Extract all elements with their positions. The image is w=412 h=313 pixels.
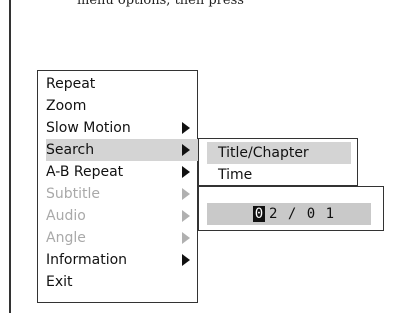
input-remaining-digits: 2 / 0 1 bbox=[269, 206, 336, 222]
right-triangle-icon bbox=[182, 254, 190, 266]
menu-item-label: A-B Repeat bbox=[46, 164, 124, 180]
menu-item-label: Subtitle bbox=[46, 186, 101, 202]
submenu-item-title-chapter[interactable]: Title/Chapter bbox=[207, 142, 351, 164]
input-cursor-digit: 0 bbox=[253, 206, 265, 222]
right-triangle-icon bbox=[182, 188, 190, 200]
menu-item-a-b-repeat[interactable]: A-B Repeat bbox=[46, 161, 201, 183]
right-triangle-icon bbox=[182, 232, 190, 244]
menu-item-repeat[interactable]: Repeat bbox=[46, 73, 201, 95]
menu-item-information[interactable]: Information bbox=[46, 249, 201, 271]
menu-item-slow-motion[interactable]: Slow Motion bbox=[46, 117, 201, 139]
submenu-item-label: Time bbox=[218, 167, 253, 183]
submenu-item-label: Title/Chapter bbox=[218, 145, 309, 161]
menu-item-label: Slow Motion bbox=[46, 120, 131, 136]
menu-item-zoom[interactable]: Zoom bbox=[46, 95, 201, 117]
right-triangle-icon bbox=[182, 166, 190, 178]
menu-item-audio: Audio bbox=[46, 205, 201, 227]
title-chapter-input[interactable]: 0 2 / 0 1 bbox=[207, 203, 371, 225]
left-divider bbox=[9, 0, 11, 313]
menu-item-label: Angle bbox=[46, 230, 86, 246]
menu-item-label: Repeat bbox=[46, 76, 96, 92]
menu-item-subtitle: Subtitle bbox=[46, 183, 201, 205]
menu-item-label: Exit bbox=[46, 274, 73, 290]
menu-item-search[interactable]: Search bbox=[46, 139, 201, 161]
menu-item-exit[interactable]: Exit bbox=[46, 271, 201, 293]
menu-item-label: Search bbox=[46, 142, 95, 158]
menu-item-angle: Angle bbox=[46, 227, 201, 249]
submenu-item-time[interactable]: Time bbox=[207, 164, 351, 186]
right-triangle-icon bbox=[182, 210, 190, 222]
title-chapter-search-panel: 0 2 / 0 1 bbox=[198, 186, 384, 231]
right-triangle-icon bbox=[182, 122, 190, 134]
menu-item-label: Zoom bbox=[46, 98, 87, 114]
right-triangle-icon bbox=[182, 144, 190, 156]
search-submenu: Title/Chapter Time bbox=[198, 138, 358, 186]
menu-item-label: Information bbox=[46, 252, 128, 268]
menu-item-label: Audio bbox=[46, 208, 86, 224]
main-menu: Repeat Zoom Slow Motion Search A-B Repea… bbox=[37, 70, 201, 303]
header-text: menu options, then press bbox=[77, 0, 244, 8]
